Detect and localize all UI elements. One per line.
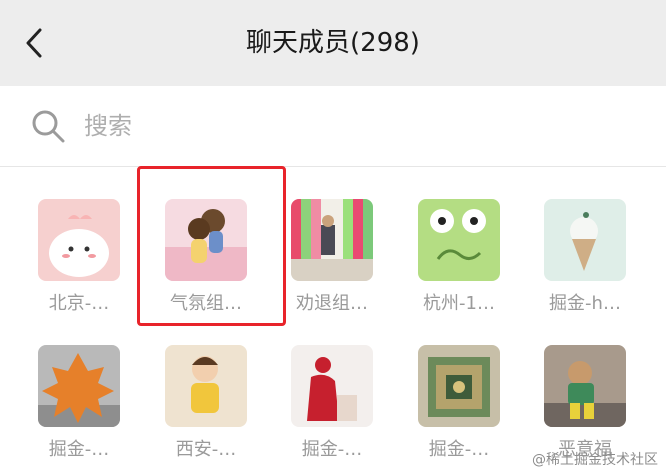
avatar (544, 199, 626, 281)
avatar (38, 199, 120, 281)
member-name: 掘金-… (301, 439, 363, 460)
member-name: 掘金-… (428, 439, 490, 460)
search-bar[interactable]: 搜索 (0, 86, 666, 167)
member-name: 杭州-1… (423, 293, 495, 314)
avatar (38, 345, 120, 427)
search-icon (32, 110, 65, 143)
avatar (544, 345, 626, 427)
search-input[interactable]: 搜索 (84, 106, 132, 146)
header-bar: 聊天成员(298) (0, 0, 666, 86)
avatar (165, 345, 247, 427)
page-title: 聊天成员(298) (246, 28, 420, 58)
watermark: @稀土掘金技术社区 (532, 452, 658, 468)
member-name: 掘金-… (48, 439, 110, 460)
avatar (291, 199, 373, 281)
member-name: 掘金-h… (549, 293, 621, 314)
avatar (291, 345, 373, 427)
avatar (418, 199, 500, 281)
member-name: 北京-… (48, 293, 110, 314)
member-name: 劝退组… (296, 293, 368, 314)
avatar (418, 345, 500, 427)
member-name: 西安-… (175, 439, 237, 460)
highlight-box (137, 166, 286, 326)
